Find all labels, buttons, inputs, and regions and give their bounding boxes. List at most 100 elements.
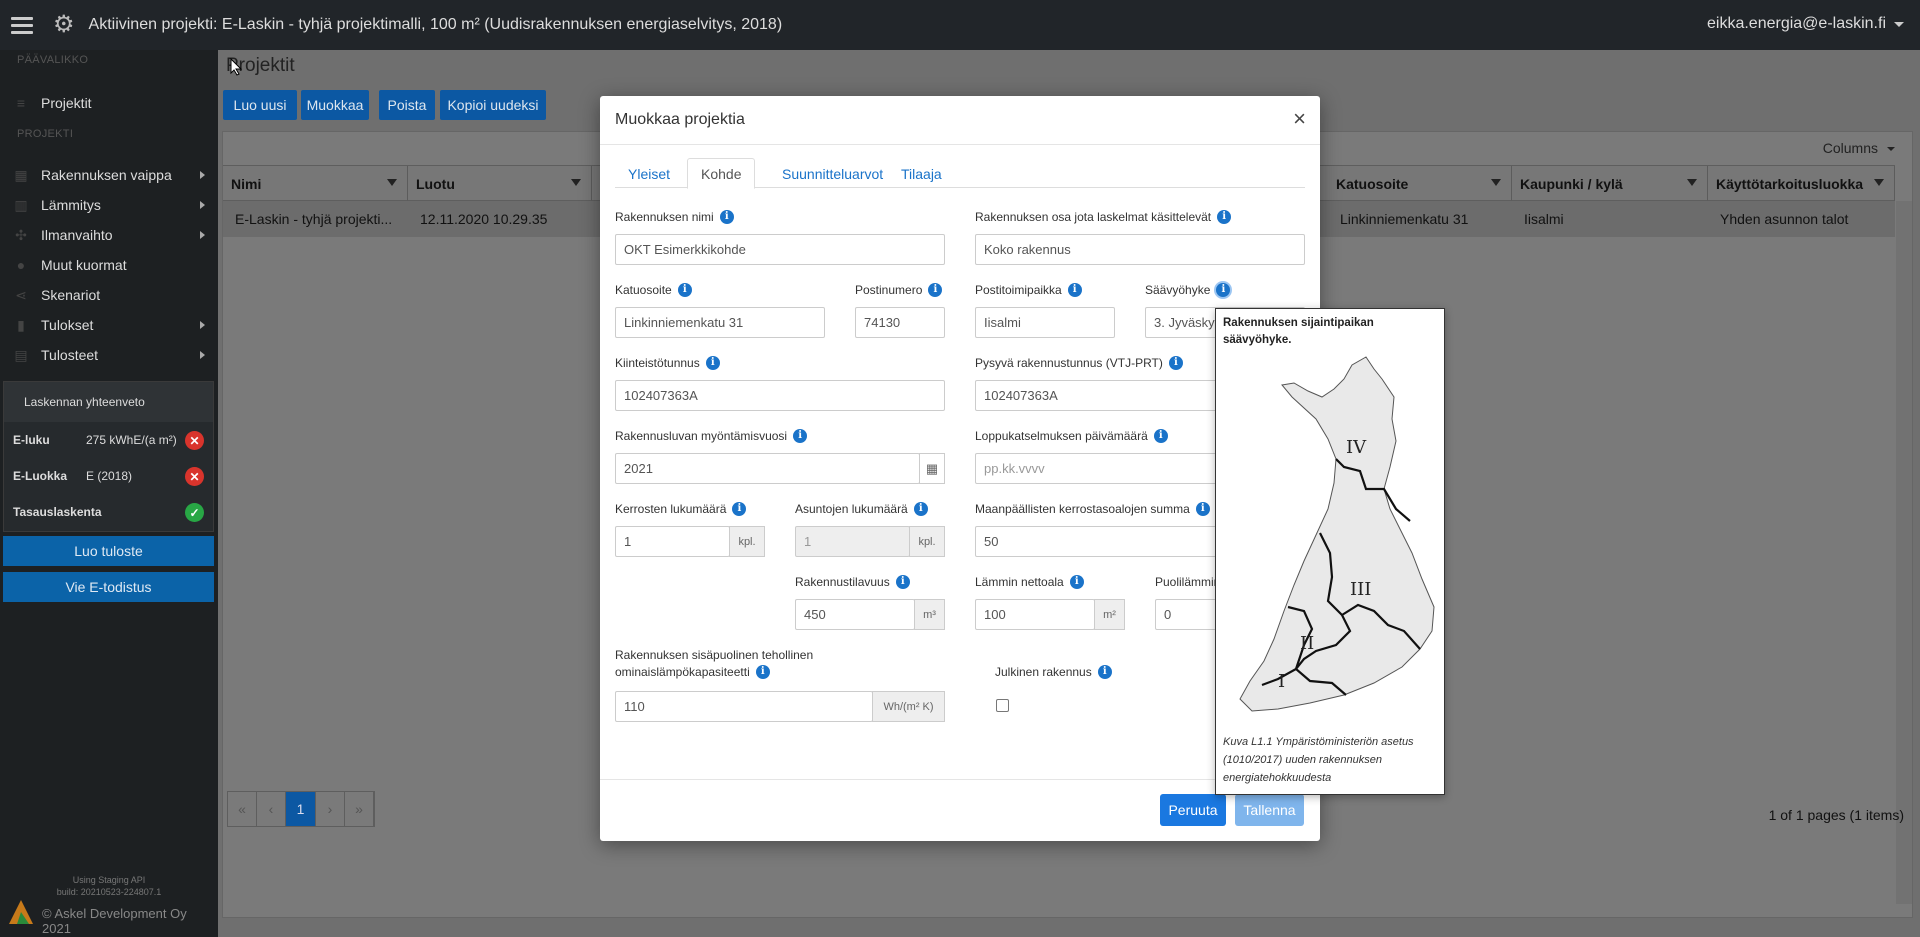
- final-inspection-date-label: Loppukatselmuksen päivämäärä i: [975, 429, 1168, 443]
- info-icon[interactable]: i: [1216, 283, 1231, 297]
- permit-year-input[interactable]: 2021: [615, 453, 920, 484]
- building-id-label: Pysyvä rakennustunnus (VTJ-PRT) i: [975, 356, 1183, 370]
- climate-zone-tooltip: Rakennuksen sijaintipaikan säävyöhyke. I…: [1215, 308, 1445, 795]
- sidebar-item-ventilation[interactable]: ✣ Ilmanvaihto: [0, 221, 218, 249]
- info-icon[interactable]: i: [732, 502, 747, 516]
- sidebar-item-printouts[interactable]: ▤ Tulosteet: [0, 341, 218, 369]
- heat-capacity-input[interactable]: 110: [615, 691, 873, 722]
- info-icon[interactable]: i: [1097, 665, 1112, 679]
- property-id-input[interactable]: 102407363A: [615, 380, 945, 411]
- prev-page-icon[interactable]: ‹: [257, 792, 286, 826]
- city-label: Postitoimipaikka i: [975, 283, 1082, 297]
- vertical-scrollbar[interactable]: [1896, 201, 1912, 904]
- info-icon[interactable]: i: [1069, 575, 1084, 589]
- label-text: Katuosoite: [615, 283, 672, 297]
- sidebar-item-projects[interactable]: ≡ Projektit: [0, 89, 218, 117]
- info-icon[interactable]: i: [1195, 502, 1210, 516]
- sidebar-item-heating[interactable]: ▥ Lämmitys: [0, 191, 218, 219]
- heated-area-input[interactable]: 100: [975, 599, 1095, 630]
- cell-address: Linkinniemenkatu 31: [1340, 211, 1469, 227]
- column-header-usage[interactable]: Käyttötarkoitusluokka: [1708, 166, 1895, 202]
- column-header-name[interactable]: Nimi: [223, 166, 408, 202]
- tab-client[interactable]: Tilaaja: [888, 158, 955, 189]
- floors-input[interactable]: 1: [615, 526, 730, 557]
- chevron-right-icon: [200, 321, 205, 329]
- tab-design-values[interactable]: Suunnitteluarvot: [769, 158, 896, 189]
- postal-code-input[interactable]: 74130: [855, 307, 945, 338]
- label-text: Rakennuksen osa jota laskelmat käsittele…: [975, 210, 1212, 224]
- header-label: Luotu: [416, 176, 455, 192]
- first-page-icon[interactable]: «: [228, 792, 257, 826]
- sidebar-item-results[interactable]: ▮ Tulokset: [0, 311, 218, 339]
- info-icon[interactable]: i: [1067, 283, 1082, 297]
- info-icon[interactable]: i: [1217, 210, 1232, 224]
- hamburger-menu-icon[interactable]: [11, 16, 33, 34]
- column-header-city[interactable]: Kaupunki / kylä: [1512, 166, 1708, 202]
- copy-project-button[interactable]: Kopioi uudeksi: [440, 90, 546, 120]
- info-icon[interactable]: i: [677, 283, 692, 297]
- edit-project-button[interactable]: Muokkaa: [301, 90, 369, 120]
- chevron-right-icon: [200, 171, 205, 179]
- user-menu[interactable]: eikka.energia@e-laskin.fi: [1707, 15, 1886, 33]
- info-icon[interactable]: i: [913, 502, 928, 516]
- page-number-button[interactable]: 1: [286, 792, 316, 826]
- semi-heated-label: Puolilämmin: [1155, 575, 1220, 589]
- column-header-address[interactable]: Katuosoite: [1328, 166, 1512, 202]
- tab-target[interactable]: Kohde: [687, 158, 756, 189]
- info-icon[interactable]: i: [793, 429, 808, 443]
- label-text: Kiinteistötunnus: [615, 356, 700, 370]
- public-building-checkbox[interactable]: [996, 699, 1009, 712]
- info-icon[interactable]: i: [1168, 356, 1183, 370]
- delete-project-button[interactable]: Poista: [379, 90, 435, 120]
- filter-icon[interactable]: [1687, 179, 1697, 186]
- info-icon[interactable]: i: [928, 283, 943, 297]
- building-part-input[interactable]: Koko rakennus: [975, 234, 1305, 265]
- sidebar-item-other-loads[interactable]: ● Muut kuormat: [0, 251, 218, 279]
- create-printout-button[interactable]: Luo tuloste: [3, 536, 214, 566]
- pagination: « ‹ 1 › »: [227, 791, 375, 827]
- filter-icon[interactable]: [1874, 179, 1884, 186]
- label-text: Julkinen rakennus: [995, 665, 1092, 679]
- street-input[interactable]: Linkinniemenkatu 31: [615, 307, 825, 338]
- summary-title: Laskennan yhteenveto: [4, 382, 213, 422]
- new-project-button[interactable]: Luo uusi: [223, 90, 297, 120]
- heat-capacity-label-1: Rakennuksen sisäpuolinen tehollinen: [615, 648, 814, 662]
- filter-icon[interactable]: [571, 179, 581, 186]
- layers-icon: ≡: [16, 95, 26, 111]
- sidebar-item-scenarios[interactable]: ⋖ Skenariot: [0, 281, 218, 309]
- column-header-created[interactable]: Luotu: [408, 166, 592, 202]
- volume-unit: m³: [914, 599, 945, 630]
- info-icon[interactable]: i: [895, 575, 910, 589]
- filter-icon[interactable]: [387, 179, 397, 186]
- sidebar-item-envelope[interactable]: ▦ Rakennuksen vaippa: [0, 161, 218, 189]
- zone-label-i: I: [1278, 671, 1285, 692]
- calendar-icon[interactable]: ▦: [919, 453, 945, 484]
- cell-created: 12.11.2020 10.29.35: [420, 211, 548, 227]
- cancel-button[interactable]: Peruuta: [1160, 794, 1226, 826]
- volume-input[interactable]: 450: [795, 599, 915, 630]
- label-text: Kerrosten lukumäärä: [615, 502, 727, 516]
- askel-logo-icon: [9, 900, 33, 924]
- info-icon[interactable]: i: [1153, 429, 1168, 443]
- settings-gear-icon[interactable]: ⚙: [53, 13, 75, 37]
- info-icon[interactable]: i: [755, 665, 770, 679]
- tab-general[interactable]: Yleiset: [615, 158, 683, 189]
- last-page-icon[interactable]: »: [345, 792, 374, 826]
- info-icon[interactable]: i: [705, 356, 720, 370]
- city-input[interactable]: Iisalmi: [975, 307, 1115, 338]
- postal-code-label: Postinumero i: [855, 283, 943, 297]
- label-text: Lämmin nettoala: [975, 575, 1064, 589]
- permit-year-label: Rakennusluvan myöntämisvuosi i: [615, 429, 808, 443]
- apartments-input: 1: [795, 526, 910, 557]
- share-icon: ⋖: [15, 286, 27, 303]
- building-name-input[interactable]: OKT Esimerkkikohde: [615, 234, 945, 265]
- export-e-certificate-button[interactable]: Vie E-todistus: [3, 572, 214, 602]
- filter-icon[interactable]: [1491, 179, 1501, 186]
- next-page-icon[interactable]: ›: [316, 792, 345, 826]
- summary-row-e-class: E-Luokka E (2018) ✕: [4, 458, 213, 494]
- chevron-down-icon[interactable]: [1894, 22, 1904, 27]
- info-icon[interactable]: i: [719, 210, 734, 224]
- save-button[interactable]: Tallenna: [1235, 794, 1304, 826]
- close-icon[interactable]: ×: [1293, 106, 1306, 132]
- columns-menu-button[interactable]: Columns: [1823, 140, 1896, 156]
